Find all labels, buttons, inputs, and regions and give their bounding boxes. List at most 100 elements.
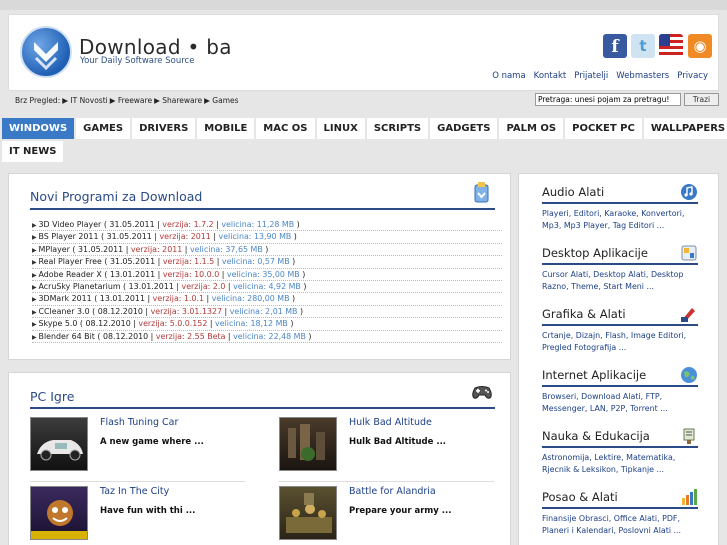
category-audio-alati[interactable]: Audio Alati Playeri, Editori, Karaoke, K… bbox=[542, 183, 698, 232]
tab-drivers[interactable]: DRIVERS bbox=[132, 118, 198, 139]
game-title[interactable]: Battle for Alandria bbox=[349, 486, 436, 497]
breadcrumb-shareware[interactable]: ▶ Shareware bbox=[154, 96, 202, 105]
link-prijatelji[interactable]: Prijatelji bbox=[574, 71, 608, 81]
category-title[interactable]: Desktop Aplikacije bbox=[542, 244, 698, 262]
link-kontakt[interactable]: Kontakt bbox=[534, 71, 567, 81]
game-title[interactable]: Taz In The City bbox=[100, 486, 169, 497]
program-size: velicina: 280,00 MB bbox=[211, 294, 290, 304]
program-row[interactable]: ▶ Blender 64 Bit ( 08.12.2010 | verzija:… bbox=[32, 331, 502, 343]
tab-wallpapers[interactable]: WALLPAPERS bbox=[643, 118, 727, 139]
game-title[interactable]: Hulk Bad Altitude bbox=[349, 417, 432, 428]
program-row[interactable]: ▶ Adobe Reader X ( 13.01.2011 | verzija:… bbox=[32, 269, 502, 281]
tab-games[interactable]: GAMES bbox=[76, 118, 133, 139]
program-name[interactable]: 3DMark 2011 bbox=[39, 294, 92, 303]
game-description: Hulk Bad Altitude ... bbox=[349, 437, 447, 447]
search-input[interactable] bbox=[535, 93, 681, 106]
program-date: 08.12.2010 bbox=[97, 306, 143, 316]
tab-windows[interactable]: WINDOWS bbox=[2, 118, 77, 139]
program-separator: ) bbox=[291, 232, 297, 242]
program-row[interactable]: ▶ CCleaner 3.0 ( 08.12.2010 | verzija: 3… bbox=[32, 306, 502, 319]
category-description: Browseri, Download Alati, FTP, Messenger… bbox=[542, 392, 668, 413]
program-date: 13.01.2011 bbox=[99, 294, 145, 304]
program-name[interactable]: MPlayer bbox=[39, 245, 70, 254]
program-row[interactable]: ▶ MPlayer ( 31.05.2011 | verzija: 2011 |… bbox=[32, 244, 502, 257]
logo-download-icon[interactable] bbox=[20, 26, 72, 78]
twitter-icon[interactable]: t bbox=[631, 34, 655, 58]
science-icon bbox=[680, 427, 698, 445]
category-title[interactable]: Internet Aplikacije bbox=[542, 366, 698, 384]
program-version: verzija: 5.0.0.152 bbox=[138, 319, 208, 329]
pc-games-title: PC Igre bbox=[30, 389, 75, 404]
program-version: verzija: 2.55 Beta bbox=[155, 331, 226, 341]
category-title[interactable]: Posao & Alati bbox=[542, 488, 698, 506]
game-thumbnail[interactable] bbox=[279, 417, 337, 471]
program-row[interactable]: ▶ AcruSky Planetarium ( 13.01.2011 | ver… bbox=[32, 281, 502, 294]
game-thumbnail[interactable] bbox=[279, 486, 337, 540]
breadcrumb-games[interactable]: ▶ Games bbox=[204, 96, 238, 105]
tab-gadgets[interactable]: GADGETS bbox=[430, 118, 500, 139]
new-programs-title: Novi Programi za Download bbox=[30, 189, 203, 204]
category-desktop-aplikacije[interactable]: Desktop Aplikacije Cursor Alati, Desktop… bbox=[542, 244, 698, 293]
link-webmasters[interactable]: Webmasters bbox=[616, 71, 669, 81]
rss-icon[interactable]: ◉ bbox=[688, 34, 712, 58]
tab-mobile[interactable]: MOBILE bbox=[197, 118, 257, 139]
category-posao-alati[interactable]: Posao & Alati Finansije Obrasci, Office … bbox=[542, 488, 698, 537]
game-description: Prepare your army ... bbox=[349, 506, 452, 516]
program-row[interactable]: ▶ 3D Video Player ( 31.05.2011 | verzija… bbox=[32, 219, 502, 232]
us-flag-icon[interactable] bbox=[659, 34, 683, 58]
program-date: 31.05.2011 bbox=[78, 244, 124, 254]
program-size: velicina: 13,90 MB bbox=[218, 232, 292, 242]
program-name[interactable]: Adobe Reader X bbox=[39, 270, 102, 279]
category-internet-aplikacije[interactable]: Internet Aplikacije Browseri, Download A… bbox=[542, 366, 698, 415]
category-title[interactable]: Grafika & Alati bbox=[542, 305, 698, 323]
program-version: verzija: 1.7.2 bbox=[162, 220, 214, 229]
category-description: Crtanje, Dizajn, Flash, Image Editori, P… bbox=[542, 331, 687, 352]
category-divider bbox=[542, 385, 698, 387]
tab-linux[interactable]: LINUX bbox=[316, 118, 367, 139]
program-version: verzija: 2011 bbox=[159, 232, 211, 242]
game-thumbnail[interactable] bbox=[30, 486, 88, 540]
program-separator: ( bbox=[77, 319, 86, 329]
program-date: 13.01.2011 bbox=[109, 269, 156, 279]
breadcrumb-it-novosti[interactable]: ▶ IT Novosti bbox=[62, 96, 108, 105]
program-date: 31.05.2011 bbox=[109, 220, 155, 229]
game-thumbnail[interactable] bbox=[30, 417, 88, 471]
category-title[interactable]: Audio Alati bbox=[542, 183, 698, 201]
breadcrumb-label: Brz Pregled: bbox=[15, 95, 61, 105]
program-separator: ) bbox=[294, 220, 300, 229]
program-size: velicina: 11,28 MB bbox=[221, 220, 295, 229]
game-title[interactable]: Flash Tuning Car bbox=[100, 417, 178, 428]
program-name[interactable]: BS Player 2011 bbox=[39, 232, 99, 241]
program-name[interactable]: AcruSky Planetarium bbox=[39, 282, 121, 291]
program-row[interactable]: ▶ BS Player 2011 ( 31.05.2011 | verzija:… bbox=[32, 231, 502, 244]
program-separator: | bbox=[222, 306, 230, 316]
program-name[interactable]: CCleaner 3.0 bbox=[39, 307, 90, 316]
search-button[interactable]: Trazi bbox=[684, 93, 719, 106]
program-row[interactable]: ▶ Skype 5.0 ( 08.12.2010 | verzija: 5.0.… bbox=[32, 318, 502, 331]
program-size: velicina: 0,57 MB bbox=[221, 257, 290, 267]
category-grafika-alati[interactable]: Grafika & Alati Crtanje, Dizajn, Flash, … bbox=[542, 305, 698, 354]
program-name[interactable]: Real Player Free bbox=[39, 257, 102, 266]
link-privacy[interactable]: Privacy bbox=[677, 71, 708, 81]
program-row[interactable]: ▶ 3DMark 2011 ( 13.01.2011 | verzija: 1.… bbox=[32, 293, 502, 306]
tab-palm-os[interactable]: PALM OS bbox=[499, 118, 566, 139]
program-name[interactable]: Blender 64 Bit bbox=[39, 332, 95, 341]
tab-mac-os[interactable]: MAC OS bbox=[256, 118, 317, 139]
program-name[interactable]: Skype 5.0 bbox=[39, 319, 78, 328]
link-o-nama[interactable]: O nama bbox=[492, 71, 525, 81]
program-row[interactable]: ▶ Real Player Free ( 31.05.2011 | verzij… bbox=[32, 256, 502, 269]
program-separator: | bbox=[123, 244, 131, 254]
tab-scripts[interactable]: SCRIPTS bbox=[366, 118, 431, 139]
program-separator: ) bbox=[305, 331, 312, 341]
category-nauka-edukacija[interactable]: Nauka & Edukacija Astronomija, Lektire, … bbox=[542, 427, 698, 476]
category-title[interactable]: Nauka & Edukacija bbox=[542, 427, 698, 445]
tab-pocket-pc[interactable]: POCKET PC bbox=[565, 118, 644, 139]
tab-it-news[interactable]: IT NEWS bbox=[2, 141, 66, 162]
program-separator: | bbox=[214, 257, 222, 267]
breadcrumb-freeware[interactable]: ▶ Freeware bbox=[110, 96, 152, 105]
program-separator: | bbox=[182, 244, 190, 254]
facebook-icon[interactable]: f bbox=[603, 34, 627, 58]
program-name[interactable]: 3D Video Player bbox=[39, 220, 102, 229]
chart-icon bbox=[680, 488, 698, 506]
game-description: Have fun with thi ... bbox=[100, 506, 196, 516]
